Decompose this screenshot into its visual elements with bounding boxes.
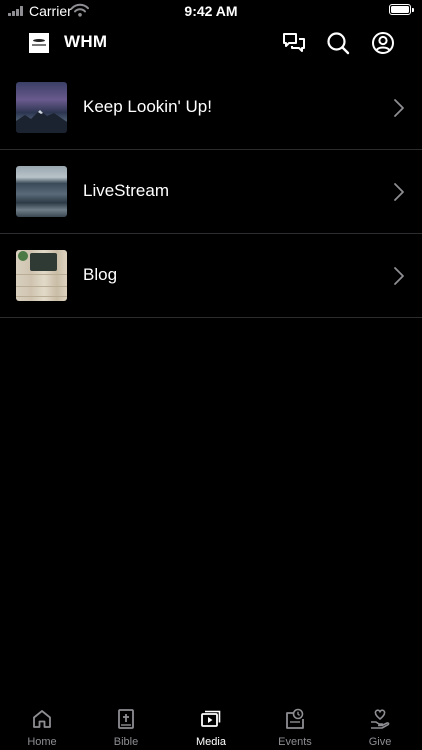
bible-icon: [118, 709, 134, 729]
tab-media[interactable]: Media: [169, 702, 253, 750]
account-icon: [372, 32, 394, 54]
search-icon: [327, 32, 350, 55]
events-icon: [286, 708, 304, 729]
media-item-label: Blog: [83, 265, 118, 284]
tab-label: Home: [27, 736, 57, 748]
media-icon: [201, 710, 221, 727]
tab-label: Media: [196, 736, 226, 748]
search-button[interactable]: [325, 30, 351, 56]
media-item-label: LiveStream: [83, 181, 169, 200]
mountain-night-sky-thumbnail: [16, 82, 67, 133]
app-logo: [29, 33, 49, 53]
status-time: 9:42 AM: [184, 3, 238, 19]
battery-icon: [389, 4, 414, 16]
home-icon: [33, 710, 51, 728]
ocean-water-thumbnail: [16, 166, 67, 217]
tab-label: Events: [278, 736, 312, 748]
tab-events[interactable]: Events: [253, 702, 337, 750]
media-item-blog[interactable]: Blog: [0, 234, 422, 318]
chevron-right-icon: [394, 99, 404, 117]
chevron-right-icon: [394, 183, 404, 201]
app-title: WHM: [64, 32, 108, 51]
chat-icon: [283, 33, 305, 52]
media-item-livestream[interactable]: LiveStream: [0, 150, 422, 234]
tab-home[interactable]: Home: [0, 702, 84, 750]
media-list: Keep Lookin' Up! LiveStream Blog: [0, 66, 422, 318]
tab-bible[interactable]: Bible: [84, 702, 168, 750]
app-header: WHM: [0, 24, 422, 64]
tab-give[interactable]: Give: [338, 702, 422, 750]
tab-label: Give: [368, 736, 392, 748]
media-item-keep-lookin-up[interactable]: Keep Lookin' Up!: [0, 66, 422, 150]
give-icon: [371, 709, 390, 729]
desk-typewriter-thumbnail: [16, 250, 67, 301]
media-item-label: Keep Lookin' Up!: [83, 97, 212, 116]
chevron-right-icon: [394, 267, 404, 285]
tab-bar: Home Bible Media Events Give: [0, 702, 422, 750]
tab-label: Bible: [113, 736, 139, 748]
status-bar: Carrier 9:42 AM: [0, 0, 422, 22]
account-button[interactable]: [370, 30, 396, 56]
chat-button[interactable]: [281, 30, 307, 56]
